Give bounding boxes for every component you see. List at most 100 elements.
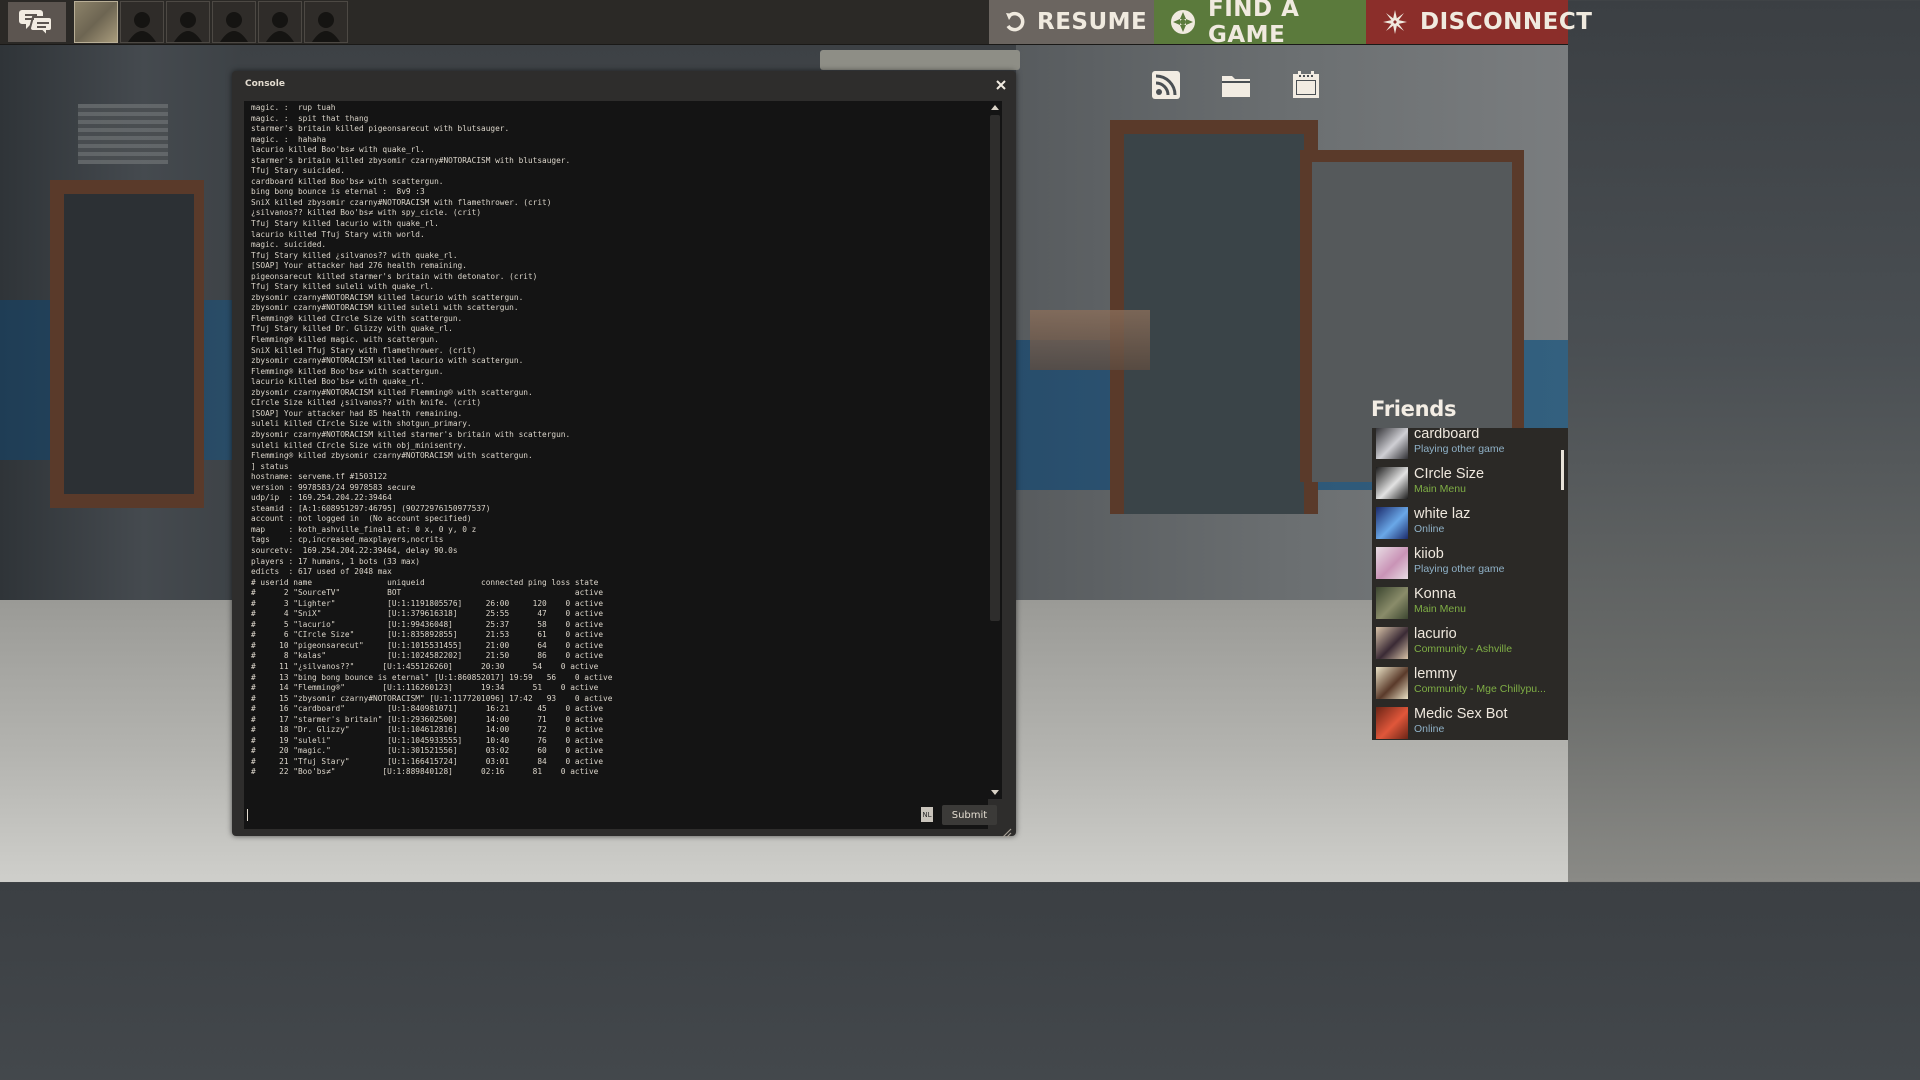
console-line: zbysomir czarny#NOTORACISM killed lacuri… bbox=[251, 292, 524, 302]
disconnect-label: DISCONNECT bbox=[1420, 9, 1593, 35]
friend-avatar bbox=[1376, 587, 1408, 619]
friend-avatar bbox=[1376, 707, 1408, 739]
friend-item[interactable]: cardboard Playing other game bbox=[1372, 428, 1568, 464]
scroll-up-button[interactable] bbox=[988, 101, 1002, 113]
find-game-icon bbox=[1170, 9, 1196, 35]
console-line: # 21 "Tfuj Stary" [U:1:166415724] 03:01 … bbox=[251, 756, 604, 766]
friend-name: kiiob bbox=[1414, 546, 1444, 562]
party-slot-empty[interactable] bbox=[304, 1, 348, 43]
console-line: SniX killed Tfuj Stary with flamethrower… bbox=[251, 345, 477, 355]
find-a-game-label: FIND A GAME bbox=[1208, 0, 1300, 48]
console-line: pigeonsarecut killed starmer's britain w… bbox=[251, 271, 538, 281]
console-line: # userid name uniqueid connected ping lo… bbox=[251, 577, 599, 587]
console-line: zbysomir czarny#NOTORACISM killed suleli… bbox=[251, 303, 519, 313]
console-line: # 20 "magic." [U:1:301521556] 03:02 60 0… bbox=[251, 746, 604, 756]
top-bar: RESUME FIND A GAME DISCONNECT bbox=[0, 0, 1592, 48]
friend-name: cardboard bbox=[1414, 428, 1480, 442]
silhouette-icon bbox=[312, 12, 340, 42]
console-scroll-thumb[interactable] bbox=[990, 115, 1000, 621]
console-output[interactable]: magic. : rup tuah magic. : spit that tha… bbox=[244, 101, 988, 829]
friend-item[interactable]: kiiob Playing other game bbox=[1372, 544, 1568, 584]
party-slot-self[interactable] bbox=[74, 1, 118, 43]
party-slot-empty[interactable] bbox=[258, 1, 302, 43]
console-line: # 18 "Dr. Glizzy" [U:1:104612816] 14:00 … bbox=[251, 725, 604, 735]
friend-item[interactable]: CIrcle Size Main Menu bbox=[1372, 464, 1568, 504]
friend-status: Playing other game bbox=[1414, 443, 1505, 455]
console-line: Flemming® killed CIrcle Size with scatte… bbox=[251, 313, 463, 323]
friends-title: Friends bbox=[1371, 397, 1457, 421]
console-line: # 22 "Boo'bs≠" [U:1:889840128] 02:16 81 … bbox=[251, 767, 599, 777]
disconnect-button[interactable]: DISCONNECT bbox=[1366, 0, 1592, 44]
friend-name: Konna bbox=[1414, 586, 1456, 602]
console-close-button[interactable] bbox=[994, 77, 1008, 91]
scroll-down-arrow-icon bbox=[991, 790, 999, 795]
party-slot-empty[interactable] bbox=[166, 1, 210, 43]
console-line: account : not logged in (No account spec… bbox=[251, 514, 472, 524]
friend-status: Community - Ashville bbox=[1414, 643, 1513, 655]
silhouette-icon bbox=[174, 12, 202, 42]
resume-icon bbox=[1005, 11, 1025, 33]
text-caret bbox=[247, 809, 248, 821]
friend-item[interactable]: lacurio Community - Ashville bbox=[1372, 624, 1568, 664]
friends-scrollbar[interactable] bbox=[1561, 450, 1564, 490]
scroll-down-button[interactable] bbox=[988, 787, 1002, 799]
console-line: # 19 "suleli" [U:1:1045933555] 10:40 76 … bbox=[251, 735, 604, 745]
console-line: Flemming® killed zbysomir czarny#NOTORAC… bbox=[251, 451, 533, 461]
party-slot-empty[interactable] bbox=[120, 1, 164, 43]
console-line: zbysomir czarny#NOTORACISM killed lacuri… bbox=[251, 356, 524, 366]
console-line: # 15 "zbysomir czarny#NOTORACISM" [U:1:1… bbox=[251, 693, 613, 703]
friend-status: Online bbox=[1414, 723, 1445, 735]
console-line: # 3 "Lighter" [U:1:1191805576] 26:00 120… bbox=[251, 598, 604, 608]
friend-status: Playing other game bbox=[1414, 563, 1505, 575]
friend-status: Main Menu bbox=[1414, 603, 1466, 615]
console-line: Tfuj Stary killed lacurio with quake_rl. bbox=[251, 219, 439, 229]
console-line: Flemming® killed Boo'bs≠ with scattergun… bbox=[251, 366, 444, 376]
submit-button[interactable]: Submit bbox=[942, 805, 997, 825]
find-a-game-button[interactable]: FIND A GAME bbox=[1154, 0, 1366, 48]
resume-label: RESUME bbox=[1037, 9, 1148, 35]
background-ceiling-light bbox=[820, 50, 1020, 70]
friend-item[interactable]: Medic Sex Bot Online bbox=[1372, 704, 1568, 740]
chat-icon bbox=[19, 10, 53, 38]
console-line: starmer's britain killed zbysomir czarny… bbox=[251, 155, 571, 165]
friend-item[interactable]: white laz Online bbox=[1372, 504, 1568, 544]
console-line: cardboard killed Boo'bs≠ with scattergun… bbox=[251, 176, 444, 186]
console-line: SniX killed zbysomir czarny#NOTORACISM w… bbox=[251, 197, 552, 207]
friend-item[interactable]: lemmy Community - Mge Chillypu... bbox=[1372, 664, 1568, 704]
console-line: ] status bbox=[251, 461, 289, 471]
scroll-up-arrow-icon bbox=[991, 105, 999, 110]
console-line: [SOAP] Your attacker had 276 health rema… bbox=[251, 261, 467, 271]
console-line: lacurio killed Boo'bs≠ with quake_rl. bbox=[251, 145, 425, 155]
console-command-input[interactable] bbox=[244, 804, 929, 824]
close-icon bbox=[996, 80, 1006, 90]
console-line: Tfuj Stary killed ¿silvanos?? with quake… bbox=[251, 250, 458, 260]
console-line: version : 9978583/24 9978583 secure bbox=[251, 482, 416, 492]
chat-button[interactable] bbox=[8, 2, 66, 42]
resume-button[interactable]: RESUME bbox=[989, 0, 1154, 44]
console-scrollbar[interactable] bbox=[988, 101, 1002, 799]
friend-status: Online bbox=[1414, 523, 1445, 535]
console-line: # 5 "lacurio" [U:1:99436048] 25:37 58 0 … bbox=[251, 619, 604, 629]
console-window: Console magic. : rup tuah magic. : spit … bbox=[232, 71, 1016, 838]
console-line: bing bong bounce is eternal : 8v9 :3 bbox=[251, 187, 425, 197]
news-feed-button[interactable] bbox=[1151, 70, 1181, 100]
party-slot-empty[interactable] bbox=[212, 1, 256, 43]
console-line: starmer's britain killed pigeonsarecut w… bbox=[251, 124, 510, 134]
silhouette-icon bbox=[220, 12, 248, 42]
friend-avatar bbox=[1376, 507, 1408, 539]
folder-button[interactable] bbox=[1221, 70, 1251, 100]
console-line: # 16 "cardboard" [U:1:840981071] 16:21 4… bbox=[251, 704, 604, 714]
friend-name: lacurio bbox=[1414, 626, 1457, 642]
silhouette-icon bbox=[128, 12, 156, 42]
calendar-button[interactable] bbox=[1291, 70, 1321, 100]
console-log-text: magic. : rup tuah magic. : spit that tha… bbox=[244, 101, 988, 778]
console-line: # 14 "Flemming®" [U:1:116260123] 19:34 5… bbox=[251, 683, 599, 693]
console-line: # 6 "CIrcle Size" [U:1:835892855] 21:53 … bbox=[251, 630, 604, 640]
friend-avatar bbox=[1376, 627, 1408, 659]
silhouette-icon bbox=[266, 12, 294, 42]
friend-avatar bbox=[1376, 667, 1408, 699]
resize-grip-icon[interactable] bbox=[1002, 823, 1012, 838]
console-line: tags : cp,increased_maxplayers,nocrits bbox=[251, 535, 444, 545]
console-line: Flemming® killed magic. with scattergun. bbox=[251, 335, 439, 345]
friend-item[interactable]: Konna Main Menu bbox=[1372, 584, 1568, 624]
